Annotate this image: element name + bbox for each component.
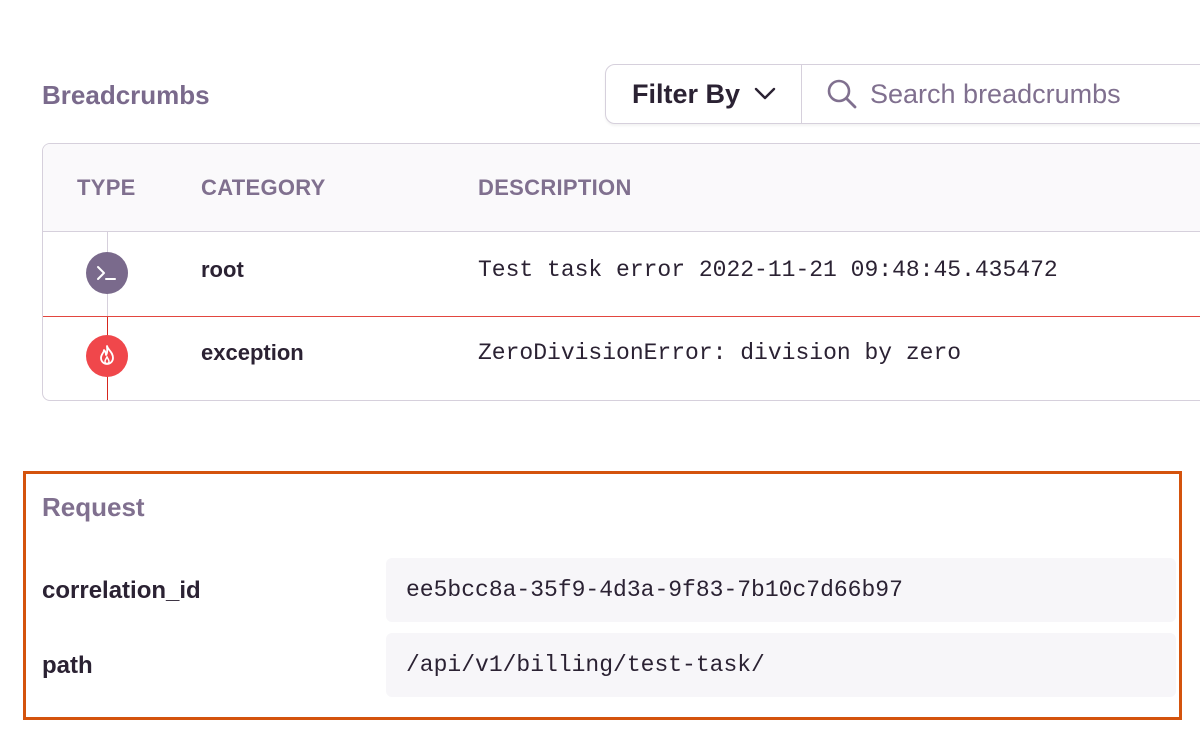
- breadcrumbs-toolbar: Filter By: [605, 64, 1200, 124]
- table-row: root Test task error 2022-11-21 09:48:45…: [43, 232, 1200, 316]
- row-category: exception: [201, 340, 304, 365]
- chevron-down-icon: [754, 87, 776, 101]
- request-title: Request: [42, 492, 145, 522]
- column-header-category[interactable]: CATEGORY: [201, 175, 326, 201]
- filter-by-label: Filter By: [632, 78, 741, 109]
- exception-type: ZeroDivisionError:: [478, 340, 727, 366]
- kv-value-path: /api/v1/billing/test-task/: [386, 633, 1176, 697]
- column-header-description[interactable]: DESCRIPTION: [478, 175, 632, 201]
- terminal-icon: [86, 252, 128, 294]
- kv-value-correlation-id: ee5bcc8a-35f9-4d3a-9f83-7b10c7d66b97: [386, 558, 1176, 622]
- exception-message: division by zero: [726, 340, 962, 366]
- column-header-type[interactable]: TYPE: [77, 175, 136, 201]
- search-input[interactable]: [868, 77, 1200, 111]
- row-description: Test task error 2022-11-21 09:48:45.4354…: [478, 257, 1058, 283]
- filter-by-dropdown[interactable]: Filter By: [606, 65, 802, 123]
- kv-key-correlation-id: correlation_id: [42, 577, 201, 604]
- search-icon: [826, 78, 858, 110]
- event-details-page: Breadcrumbs Filter By TYPE CATEGORY DESC…: [0, 0, 1200, 741]
- breadcrumbs-title: Breadcrumbs: [42, 80, 210, 110]
- breadcrumbs-table: TYPE CATEGORY DESCRIPTION root Test task…: [42, 143, 1200, 401]
- kv-key-path: path: [42, 652, 93, 679]
- row-description: ZeroDivisionError: division by zero: [478, 340, 961, 366]
- row-category: root: [201, 257, 244, 282]
- search-box: [802, 65, 1200, 123]
- table-row: exception ZeroDivisionError: division by…: [43, 316, 1200, 400]
- table-header: TYPE CATEGORY DESCRIPTION: [43, 144, 1200, 232]
- fire-icon: [86, 335, 128, 377]
